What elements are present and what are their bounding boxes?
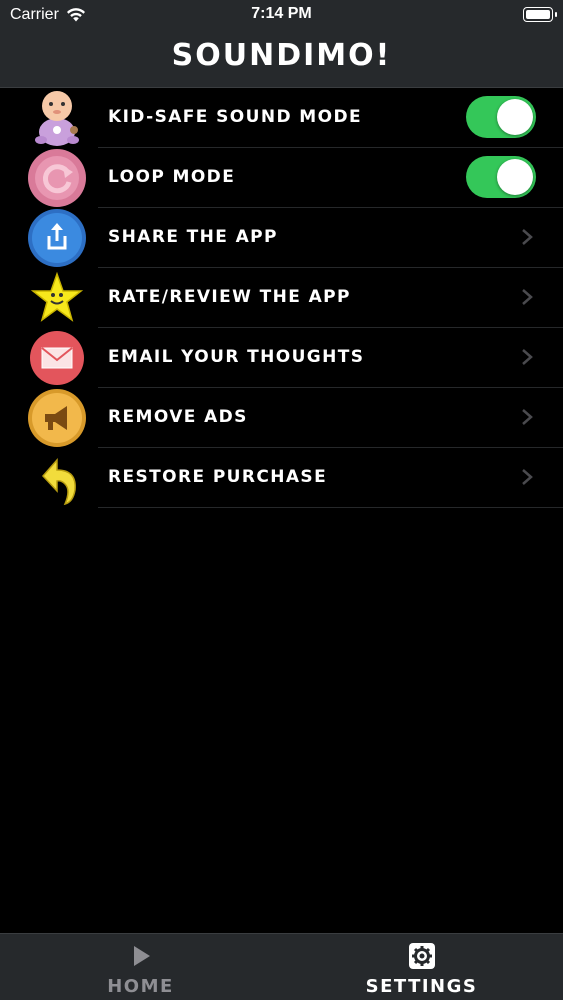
settings-row-email-your-thoughts[interactable]: EMAIL YOUR THOUGHTS [0, 328, 563, 388]
tab-bar: HOME SETTINGS [0, 933, 563, 1000]
settings-row-label: SHARE THE APP [108, 227, 278, 247]
chevron-right-icon [522, 229, 533, 245]
loop-icon [27, 148, 87, 208]
megaphone-icon [27, 388, 87, 448]
baby-icon [27, 88, 87, 148]
kid-safe-toggle[interactable] [466, 96, 536, 138]
settings-list: KID-SAFE SOUND MODE LOOP MODE SHARE THE … [0, 88, 563, 508]
settings-row-kid-safe-sound-mode: KID-SAFE SOUND MODE [0, 88, 563, 148]
chevron-right-icon [522, 469, 533, 485]
settings-row-label: KID-SAFE SOUND MODE [108, 107, 362, 127]
share-icon [27, 208, 87, 268]
star-icon [27, 268, 87, 328]
settings-row-rate-review[interactable]: RATE/REVIEW THE APP [0, 268, 563, 328]
status-time: 7:14 PM [251, 5, 312, 22]
battery-icon [523, 7, 557, 22]
tab-home-label: HOME [107, 976, 174, 997]
chevron-right-icon [522, 409, 533, 425]
envelope-icon [27, 328, 87, 388]
settings-row-label: EMAIL YOUR THOUGHTS [108, 347, 365, 367]
undo-arrow-icon [27, 448, 87, 508]
settings-row-label: RESTORE PURCHASE [108, 467, 328, 487]
tab-settings[interactable]: SETTINGS [281, 934, 562, 1000]
tab-home[interactable]: HOME [0, 934, 281, 1000]
settings-row-share-the-app[interactable]: SHARE THE APP [0, 208, 563, 268]
toggle-knob [497, 159, 533, 195]
settings-row-label: RATE/REVIEW THE APP [108, 287, 351, 307]
settings-row-label: LOOP MODE [108, 167, 236, 187]
gear-icon [408, 943, 435, 969]
play-icon [133, 946, 150, 966]
settings-row-restore-purchase[interactable]: RESTORE PURCHASE [0, 448, 563, 508]
tab-settings-label: SETTINGS [365, 976, 478, 997]
toggle-knob [497, 99, 533, 135]
settings-row-label: REMOVE ADS [108, 407, 248, 427]
settings-row-remove-ads[interactable]: REMOVE ADS [0, 388, 563, 448]
page-title: SOUNDIMO! [171, 38, 392, 73]
chevron-right-icon [522, 349, 533, 365]
settings-row-loop-mode: LOOP MODE [0, 148, 563, 208]
chevron-right-icon [522, 289, 533, 305]
loop-mode-toggle[interactable] [466, 156, 536, 198]
status-bar: Carrier 7:14 PM [0, 0, 563, 30]
navigation-bar: SOUNDIMO! [0, 30, 563, 88]
